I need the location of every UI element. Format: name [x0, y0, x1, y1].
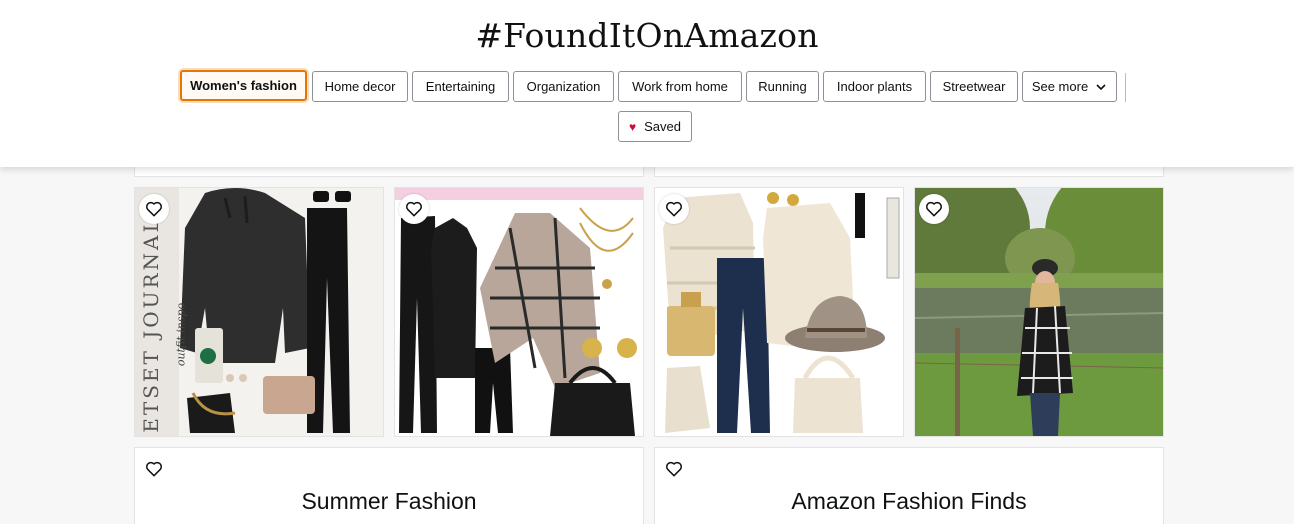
collage-image-cape[interactable]: [394, 187, 644, 437]
heart-outline-icon: [666, 201, 682, 217]
card-bottom-edge: [134, 167, 644, 177]
chip-work-from-home[interactable]: Work from home: [618, 71, 742, 102]
save-heart-button[interactable]: [399, 194, 429, 224]
chip-label: Running: [758, 79, 807, 94]
park-photo-graphic: [915, 188, 1163, 436]
brand-text: JETSET JOURNAL: [139, 216, 163, 437]
page-title: #FoundItOnAmazon: [475, 16, 819, 55]
save-heart-button[interactable]: [919, 194, 949, 224]
heart-outline-icon: [666, 461, 682, 477]
chip-label: Indoor plants: [836, 79, 913, 94]
see-more-button[interactable]: See more: [1022, 71, 1117, 102]
chip-label: Organization: [526, 79, 601, 94]
chip-womens-fashion[interactable]: Women's fashion: [180, 70, 307, 101]
collage-image-cream[interactable]: [654, 187, 904, 437]
chip-organization[interactable]: Organization: [513, 71, 614, 102]
chevron-down-icon: [1095, 81, 1107, 93]
collage-image-jetset[interactable]: JETSET JOURNAL outfit inspo: [134, 187, 384, 437]
heart-outline-icon: [146, 201, 162, 217]
save-heart-button[interactable]: [139, 194, 169, 224]
chip-divider: [1125, 73, 1126, 102]
chip-entertaining[interactable]: Entertaining: [412, 71, 509, 102]
outfit-collage-graphic: [135, 188, 383, 436]
outfit-collage-graphic: [395, 188, 643, 436]
heart-filled-icon: ♥: [629, 119, 637, 134]
heart-outline-icon: [146, 461, 162, 477]
outfit-photo-park[interactable]: [914, 187, 1164, 437]
chip-label: Work from home: [632, 79, 728, 94]
save-heart-button[interactable]: [659, 454, 689, 484]
chip-label: Home decor: [324, 79, 396, 94]
collection-card-summer-fashion[interactable]: Summer Fashion: [134, 447, 644, 524]
save-heart-button[interactable]: [659, 194, 689, 224]
collection-title: Summer Fashion: [301, 488, 477, 514]
collection-title: Amazon Fashion Finds: [791, 488, 1027, 514]
saved-label: Saved: [644, 119, 681, 134]
card-bottom-edge: [654, 167, 1164, 177]
chip-indoor-plants[interactable]: Indoor plants: [823, 71, 926, 102]
heart-outline-icon: [926, 201, 942, 217]
collection-card-amazon-fashion-finds[interactable]: Amazon Fashion Finds: [654, 447, 1164, 524]
chip-running[interactable]: Running: [746, 71, 819, 102]
outfit-collage-graphic: [655, 188, 903, 436]
see-more-label: See more: [1031, 79, 1089, 94]
chip-label: Streetwear: [942, 79, 1006, 94]
chip-home-decor[interactable]: Home decor: [312, 71, 408, 102]
save-heart-button[interactable]: [139, 454, 169, 484]
chip-label: Women's fashion: [190, 78, 297, 93]
heart-outline-icon: [406, 201, 422, 217]
saved-button[interactable]: ♥ Saved: [618, 111, 692, 142]
brand-subtext: outfit inspo: [174, 302, 188, 367]
chip-streetwear[interactable]: Streetwear: [930, 71, 1018, 102]
page-header: #FoundItOnAmazon Women's fashion Home de…: [0, 0, 1294, 167]
chip-label: Entertaining: [425, 79, 496, 94]
